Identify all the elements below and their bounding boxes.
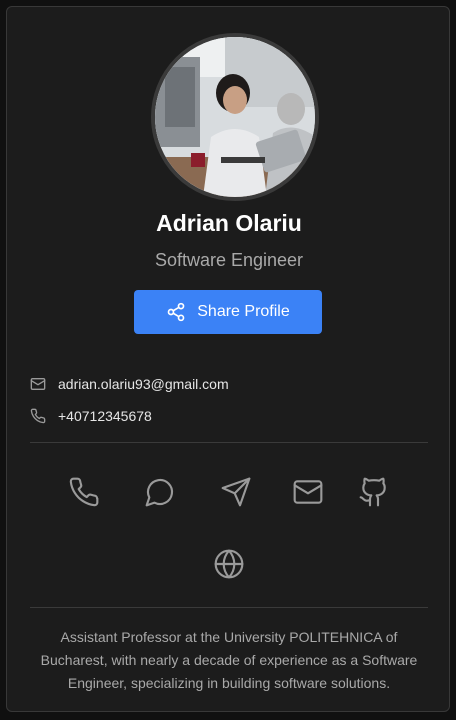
email-row[interactable]: adrian.olariu93@gmail.com — [30, 374, 229, 394]
divider — [30, 442, 428, 443]
profile-name: Adrian Olariu — [156, 210, 302, 236]
social-globe-icon[interactable] — [212, 547, 246, 581]
email-text[interactable]: adrian.olariu93@gmail.com — [58, 376, 229, 392]
share-icon — [167, 302, 185, 322]
phone-icon — [30, 408, 46, 424]
share-profile-button[interactable]: Share Profile — [134, 290, 322, 334]
profile-title: Software Engineer — [154, 250, 304, 270]
bio-text: Assistant Professor at the University PO… — [40, 629, 418, 691]
social-phone-icon[interactable] — [67, 475, 101, 509]
social-github-icon[interactable] — [357, 475, 391, 509]
profile-card: Adrian Olariu Software Engineer Share Pr… — [6, 6, 450, 712]
social-send-icon[interactable] — [219, 475, 253, 509]
social-chat-icon[interactable] — [143, 475, 177, 509]
social-mail-icon[interactable] — [291, 475, 325, 509]
mail-icon — [30, 376, 46, 392]
phone-text[interactable]: +40712345678 — [58, 408, 152, 424]
phone-row[interactable]: +40712345678 — [30, 406, 152, 426]
divider — [30, 607, 428, 608]
avatar — [151, 33, 319, 201]
share-profile-label: Share Profile — [197, 303, 290, 320]
avatar-photo — [155, 37, 315, 197]
